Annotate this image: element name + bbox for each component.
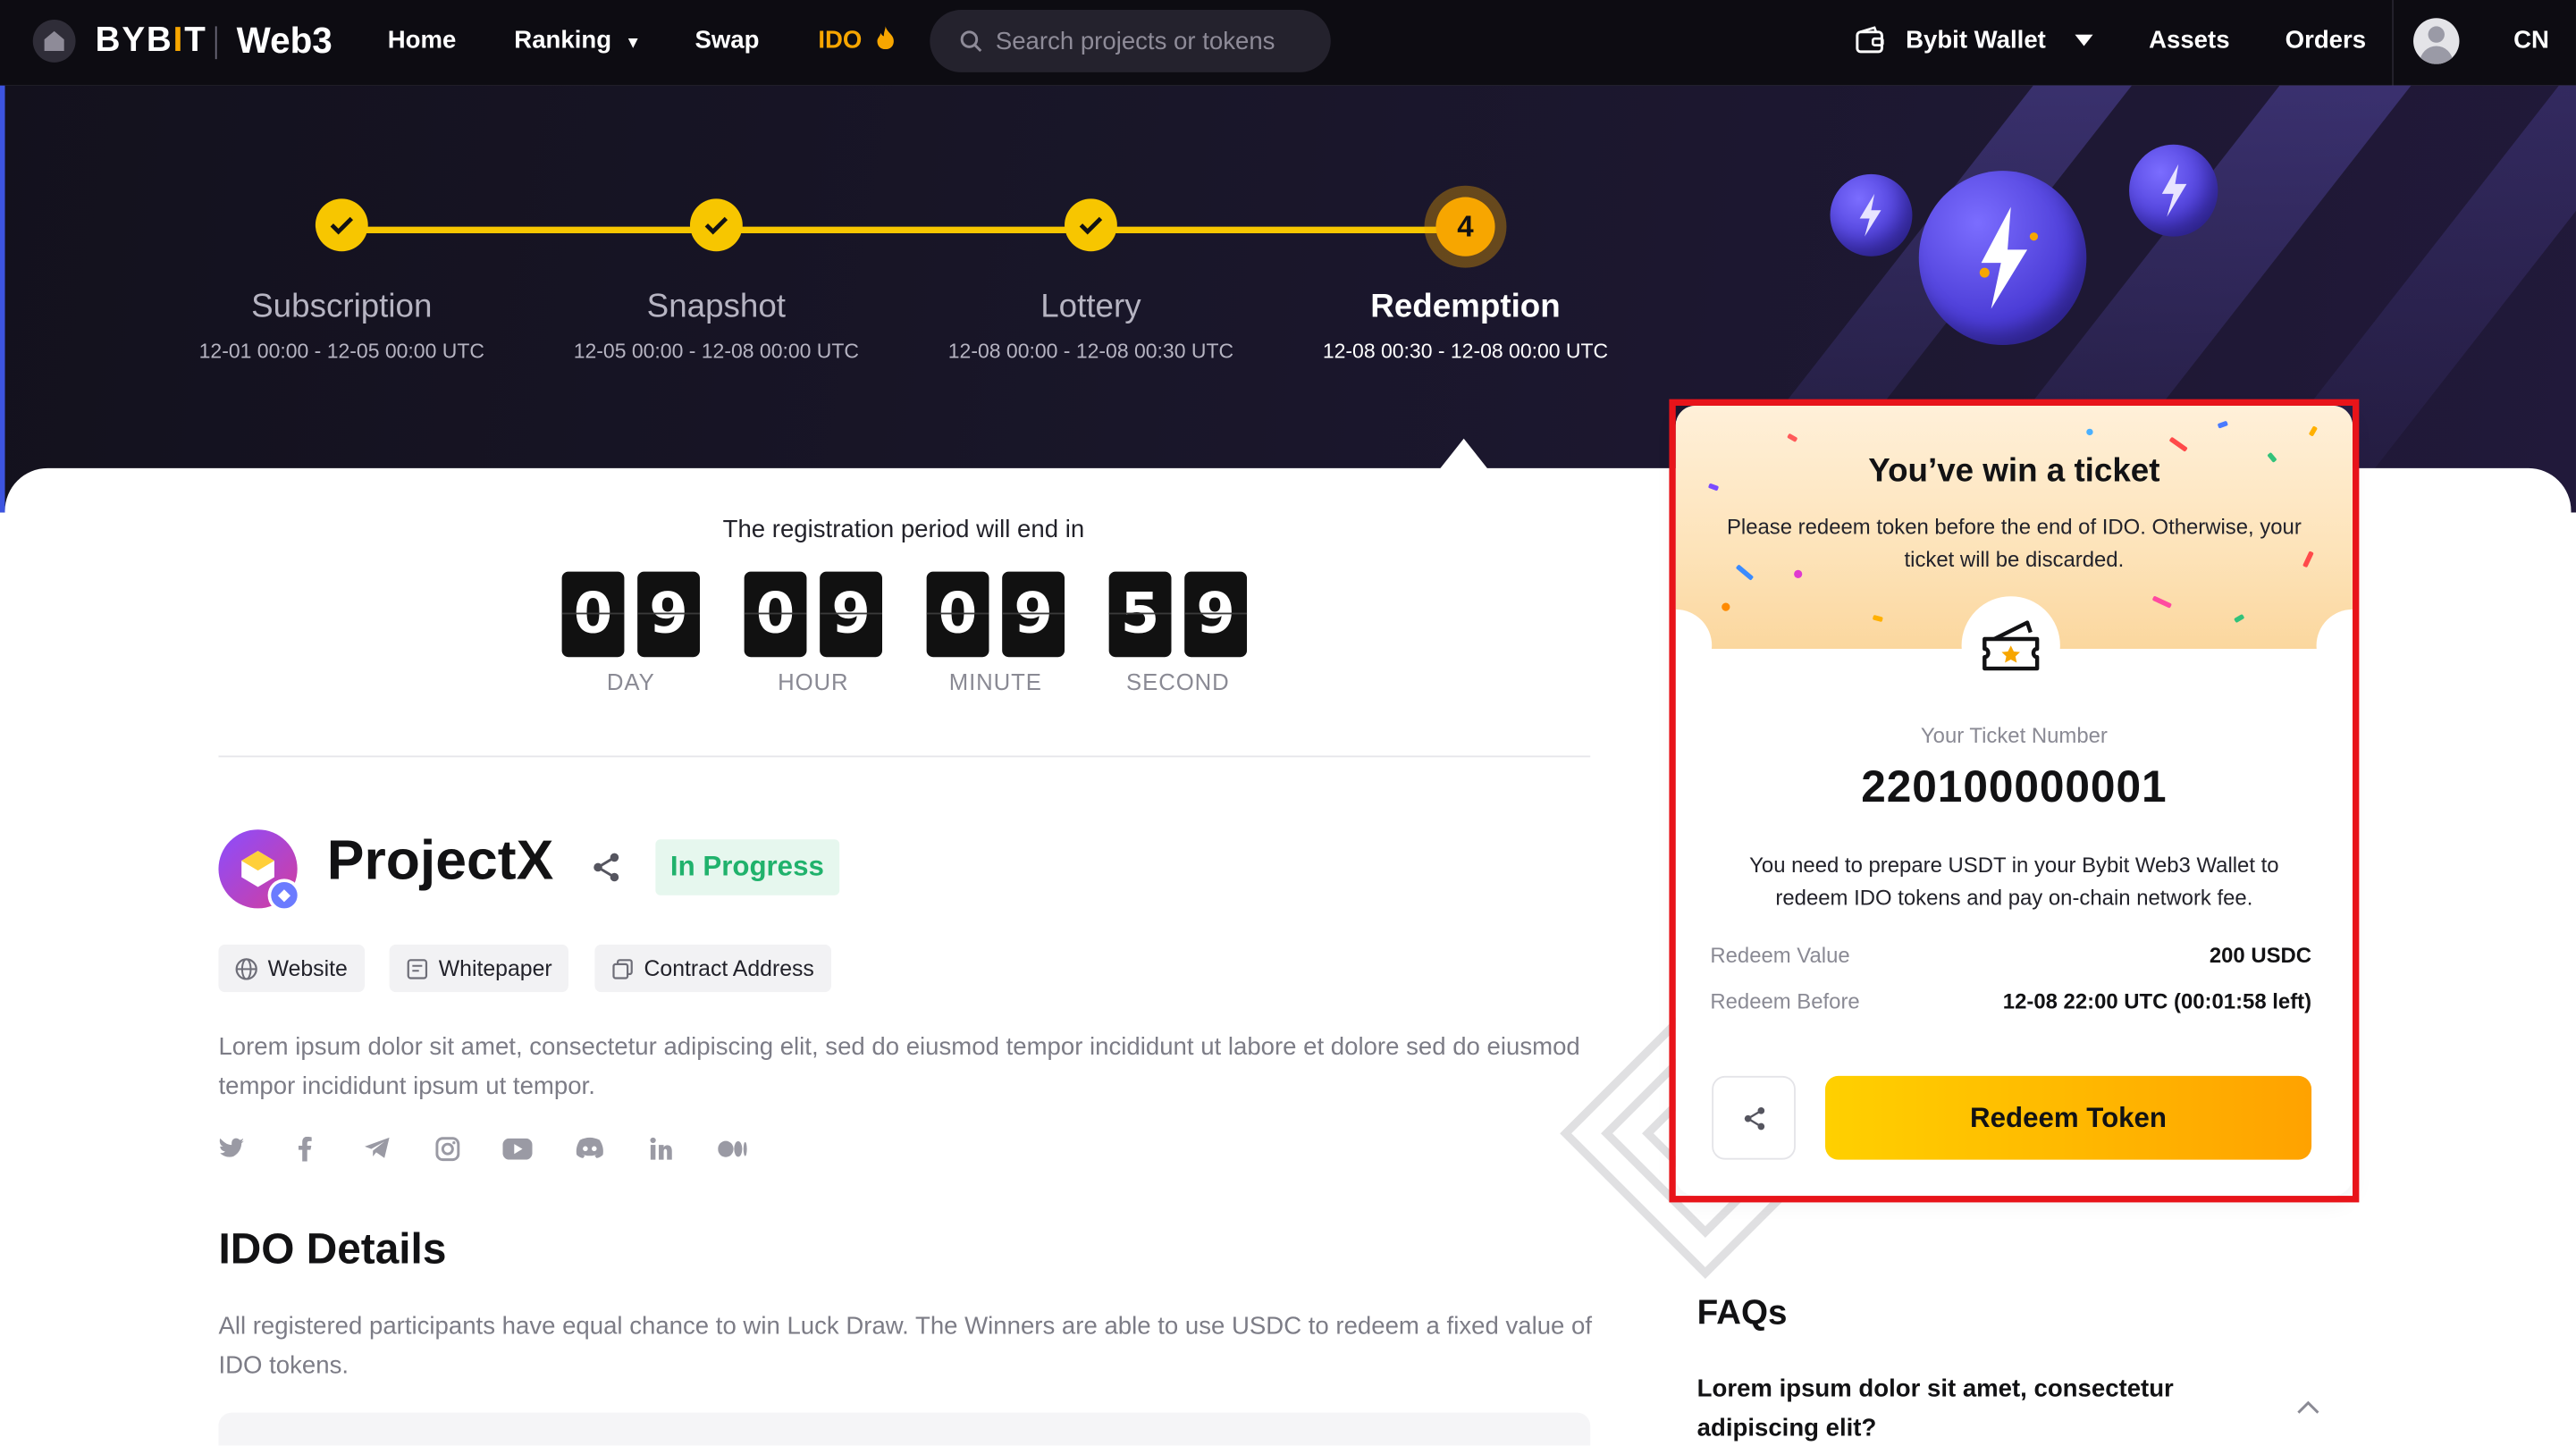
brand-suffix: Web3 (236, 20, 333, 62)
wallet-icon[interactable] (1855, 26, 1886, 55)
avatar[interactable] (2413, 18, 2460, 64)
progress-line (344, 226, 1466, 233)
ido-details-description: All registered participants have equal c… (218, 1312, 1593, 1380)
coin-illustration (1830, 173, 1913, 256)
step-1-check-icon (315, 198, 368, 252)
whitepaper-link[interactable]: Whitepaper (389, 944, 569, 993)
faq-question[interactable]: Lorem ipsum dolor sit amet, consectetur … (1697, 1370, 2256, 1446)
language-switch[interactable]: CN (2513, 26, 2549, 54)
countdown-digit: 9 (1184, 571, 1248, 658)
facebook-icon[interactable] (289, 1133, 318, 1163)
website-link[interactable]: Website (218, 944, 365, 993)
nav-ido-label: IDO (818, 26, 863, 55)
step-date: 12-01 00:00 - 12-05 00:00 UTC (198, 340, 484, 364)
document-icon (407, 958, 428, 979)
linkedin-icon[interactable] (645, 1133, 675, 1163)
ido-details-table (218, 1412, 1591, 1446)
countdown-unit: HOUR (778, 668, 849, 695)
step-date-current: 12-08 00:30 - 12-08 00:00 UTC (1322, 340, 1609, 364)
wallet-caret-icon[interactable] (2075, 34, 2093, 46)
medium-icon[interactable] (718, 1133, 747, 1163)
nav-assets[interactable]: Assets (2149, 26, 2229, 54)
home-icon[interactable] (32, 20, 76, 63)
discord-icon[interactable] (575, 1133, 604, 1163)
contract-address-label: Contract Address (644, 955, 814, 981)
status-badge: In Progress (655, 839, 839, 895)
step-2-check-icon (689, 198, 743, 252)
wallet-menu[interactable]: Bybit Wallet (1906, 26, 2046, 54)
search-box[interactable] (930, 10, 1331, 72)
logo-divider (215, 26, 217, 60)
step-4-number: 4 (1435, 197, 1495, 256)
step-title: Lottery (1040, 289, 1141, 325)
step-title: Subscription (251, 289, 433, 325)
project-logo: ◆ (218, 829, 301, 912)
youtube-icon[interactable] (502, 1133, 533, 1163)
ethereum-icon: ◆ (267, 879, 301, 912)
nav-ranking[interactable]: Ranking ▼ (514, 26, 641, 54)
edge-accent (0, 85, 5, 513)
coin-illustration (2129, 144, 2218, 237)
countdown-digit: 0 (561, 571, 625, 658)
twitter-icon[interactable] (217, 1133, 247, 1163)
divider (218, 755, 1591, 758)
nav-divider (2392, 0, 2394, 86)
ido-details-heading: IDO Details (218, 1223, 447, 1274)
coin-illustration (1918, 171, 2087, 345)
contract-address-link[interactable]: Contract Address (594, 944, 831, 993)
share-icon[interactable] (590, 851, 623, 884)
nav-ranking-label: Ranking (514, 26, 612, 55)
whitepaper-label: Whitepaper (438, 955, 552, 981)
nav-swap[interactable]: Swap (695, 26, 759, 54)
countdown-digit: 9 (637, 571, 700, 658)
countdown-unit: DAY (606, 668, 655, 695)
step-title-current: Redemption (1370, 289, 1561, 325)
step-4-indicator: 4 (1424, 185, 1507, 268)
countdown-label: The registration period will end in (722, 516, 1085, 544)
caret-down-icon: ▼ (625, 34, 642, 53)
countdown-digit: 5 (1108, 571, 1172, 658)
instagram-icon[interactable] (432, 1133, 461, 1163)
countdown-unit: SECOND (1126, 668, 1230, 695)
nav-ido[interactable]: IDO (818, 26, 895, 55)
countdown-unit: MINUTE (948, 668, 1042, 695)
telegram-icon[interactable] (361, 1133, 391, 1163)
search-icon (960, 30, 982, 53)
step-pointer (1439, 438, 1489, 470)
countdown-digit: 9 (820, 571, 883, 658)
bybit-logo[interactable]: BYBIT (96, 21, 207, 61)
faq-heading: FAQs (1696, 1294, 1788, 1333)
highlight-box (1669, 399, 2360, 1203)
top-nav: BYBIT Web3 Home Ranking ▼ Swap IDO Bybit… (0, 0, 2576, 86)
countdown-digit: 9 (1002, 571, 1065, 658)
copy-icon (612, 958, 633, 979)
nav-orders[interactable]: Orders (2286, 26, 2366, 54)
step-date: 12-05 00:00 - 12-08 00:00 UTC (573, 340, 860, 364)
countdown-digit: 0 (744, 571, 807, 658)
step-title: Snapshot (646, 289, 787, 325)
globe-icon (235, 957, 257, 979)
step-3-check-icon (1065, 198, 1117, 252)
website-label: Website (267, 955, 348, 981)
countdown-digit: 0 (926, 571, 989, 658)
fire-icon (877, 26, 894, 50)
search-input[interactable] (995, 27, 1309, 55)
chevron-up-icon[interactable] (2297, 1400, 2320, 1415)
nav-home[interactable]: Home (388, 26, 457, 54)
step-date: 12-08 00:00 - 12-08 00:30 UTC (947, 340, 1234, 364)
project-description: Lorem ipsum dolor sit amet, consectetur … (218, 1033, 1580, 1101)
project-name: ProjectX (326, 829, 554, 893)
